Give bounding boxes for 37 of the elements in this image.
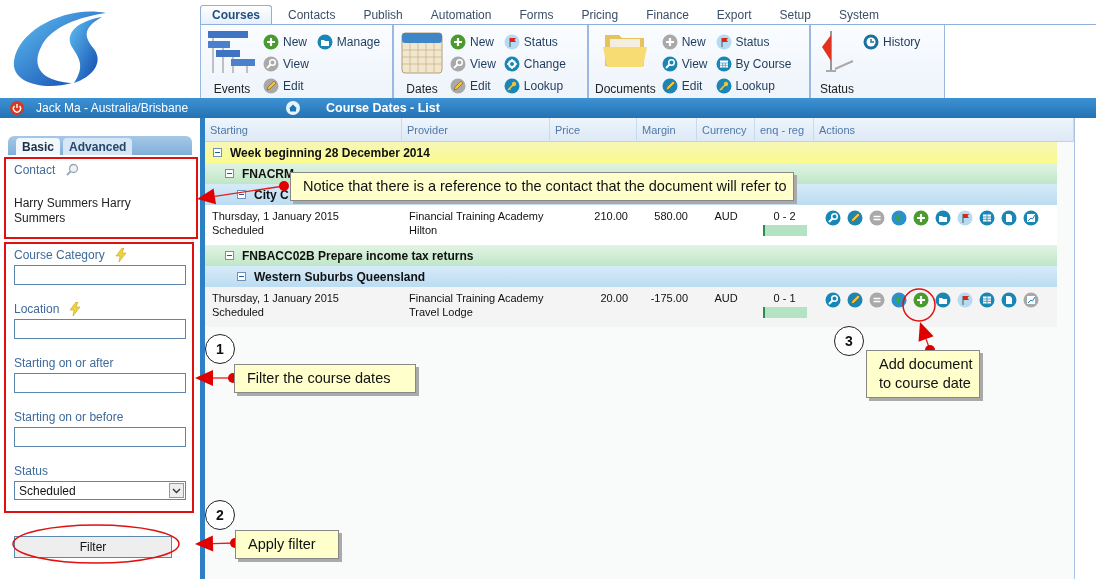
field-label: Status — [14, 464, 49, 478]
date-text: Thursday, 1 January 2015 — [212, 292, 340, 305]
status-text: Scheduled — [212, 224, 265, 237]
field-label: Starting on or before — [14, 410, 124, 424]
group-label: Dates — [406, 82, 438, 96]
group-label: Events — [213, 82, 251, 96]
venue-text: Travel Lodge — [409, 306, 474, 319]
date-text: Thursday, 1 January 2015 — [212, 210, 340, 223]
group-title: FNBACC02B Prepare income tax returns — [242, 248, 474, 263]
venue-text: Hilton — [409, 224, 439, 237]
contact-name: Harry Summers Harry Summers — [14, 196, 132, 226]
price-cell-text: 20.00 — [599, 292, 629, 305]
currency-cell-text: AUD — [713, 210, 739, 223]
group-label: Status — [820, 82, 854, 96]
field-label: Location — [14, 302, 60, 316]
enquiry-count: 0 - 1 — [773, 292, 796, 305]
enquiry-count: 0 - 2 — [773, 210, 796, 223]
currency-cell-text: AUD — [713, 292, 739, 305]
field-label: Course Category — [14, 248, 105, 262]
provider-text: Financial Training Academy — [409, 210, 545, 223]
callout-tooltip: Add document to course date — [866, 350, 980, 398]
field-label: Starting on or after — [14, 356, 114, 370]
group-title: Western Suburbs Queensland — [254, 269, 426, 284]
field-label: Contact — [14, 163, 56, 177]
group-title: City C — [254, 187, 289, 202]
user-name: Jack Ma - Australia/Brisbane — [36, 101, 189, 115]
price-cell-text: 210.00 — [593, 210, 629, 223]
callout-tooltip: Apply filter — [235, 530, 339, 559]
group-title: Week beginning 28 December 2014 — [230, 145, 430, 160]
callout-tooltip: Notice that there is a reference to the contact that the document will refer to — [290, 172, 794, 201]
margin-cell-text: -175.00 — [649, 292, 689, 305]
status-text: Scheduled — [212, 306, 265, 319]
page-title: Course Dates - List — [326, 101, 440, 115]
provider-text: Financial Training Academy — [409, 292, 545, 305]
callout-tooltip: Filter the course dates — [234, 364, 416, 393]
group-label: Documents — [595, 82, 656, 96]
margin-cell-text: 580.00 — [653, 210, 689, 223]
